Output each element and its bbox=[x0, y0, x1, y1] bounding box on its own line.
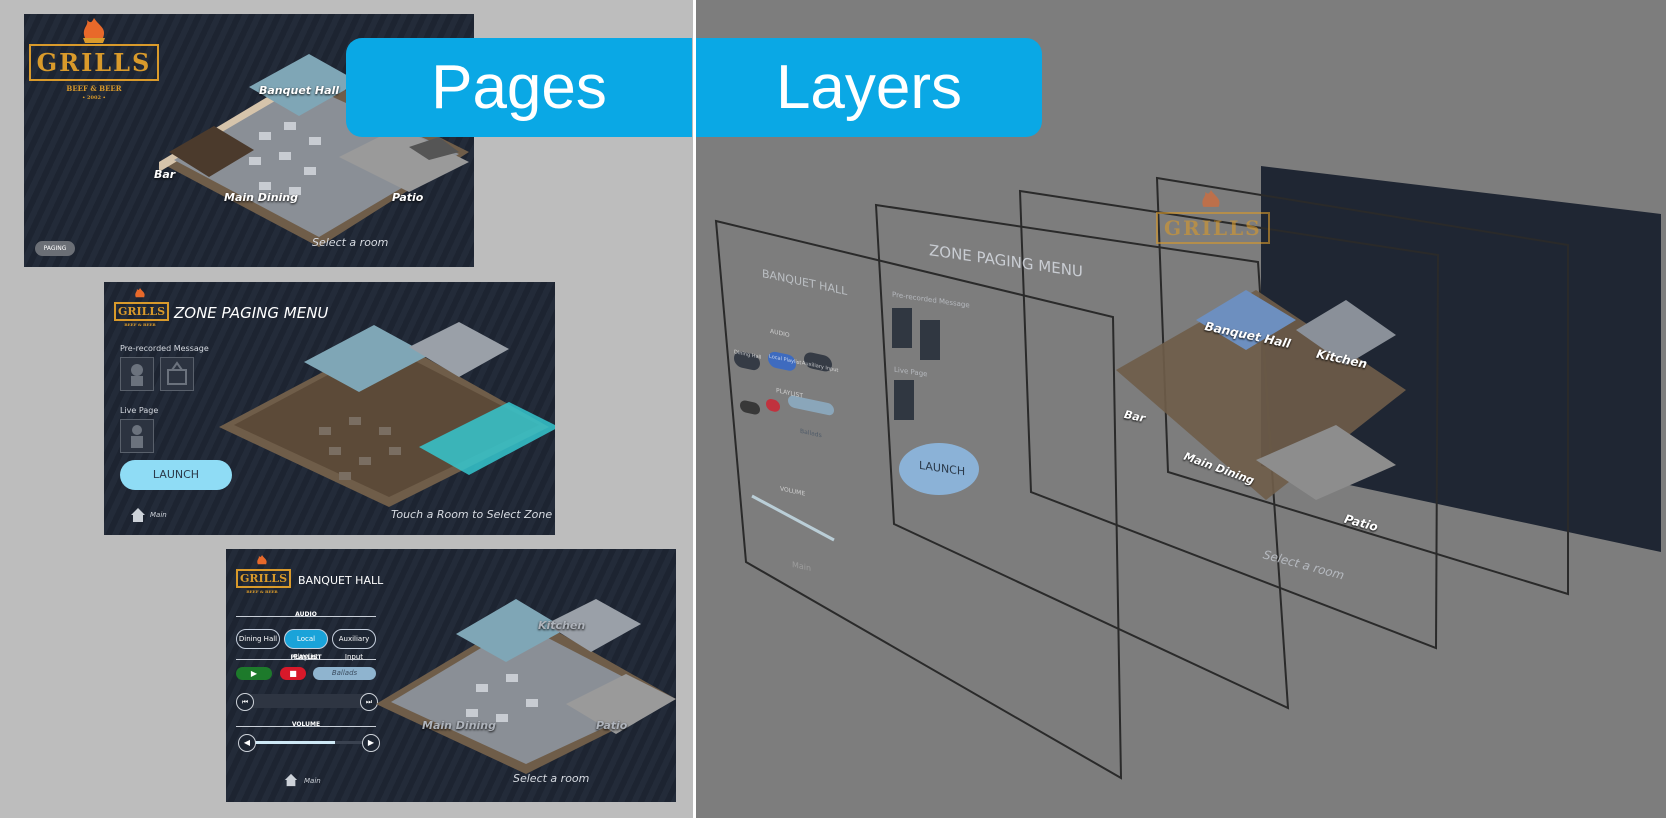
layer-grills-logo: GRILLS bbox=[1156, 190, 1270, 244]
launch-button[interactable]: LAUNCH bbox=[120, 460, 232, 490]
pages-banner: Pages bbox=[346, 38, 692, 137]
flame-icon bbox=[257, 555, 267, 565]
source-dining-hall[interactable]: Dining Hall bbox=[236, 629, 280, 649]
logo-tagline: BEEF & BEER bbox=[124, 322, 156, 327]
patio-label: Patio bbox=[392, 191, 424, 204]
skip-forward-icon: ⏭ bbox=[365, 698, 373, 706]
home-icon[interactable] bbox=[130, 507, 146, 523]
banquet-hall-screen: GRILLS BEEF & BEER BANQUET HALL AUDIO Di… bbox=[226, 549, 676, 802]
arrow-left-icon: ◀ bbox=[243, 738, 251, 747]
layers-banner: Layers bbox=[696, 38, 1042, 137]
stop-button[interactable]: ■ bbox=[280, 667, 306, 680]
bar-label: Bar bbox=[154, 168, 176, 181]
audio-section-label: AUDIO bbox=[295, 611, 317, 618]
restaurant-floorplan[interactable] bbox=[219, 307, 555, 507]
play-button[interactable]: ▶ bbox=[236, 667, 272, 680]
patio-label: Patio bbox=[596, 719, 628, 732]
main-dining-label: Main Dining bbox=[224, 191, 299, 204]
select-room-hint: Select a room bbox=[312, 236, 389, 249]
home-icon[interactable] bbox=[284, 773, 298, 787]
play-icon: ▶ bbox=[250, 669, 258, 678]
flame-icon bbox=[1202, 190, 1220, 207]
restaurant-floorplan[interactable] bbox=[376, 574, 676, 774]
logo-tagline: BEEF & BEER bbox=[246, 589, 278, 594]
home-label: Main bbox=[150, 511, 167, 519]
previous-track-button[interactable]: ⏮ bbox=[236, 693, 254, 711]
zone-paging-screen: GRILLS BEEF & BEER ZONE PAGING MENU Pre-… bbox=[104, 282, 555, 535]
select-room-hint: Select a room bbox=[513, 772, 590, 785]
flame-icon bbox=[135, 288, 145, 298]
volume-down-button[interactable]: ◀ bbox=[238, 734, 256, 752]
chef-icon bbox=[131, 364, 143, 386]
stop-icon: ■ bbox=[289, 669, 297, 678]
prerecorded-message-1[interactable] bbox=[120, 357, 154, 391]
logo-wordmark: GRILLS bbox=[236, 569, 292, 588]
skip-back-icon: ⏮ bbox=[241, 698, 249, 706]
home-label: Main bbox=[304, 777, 321, 785]
track-bar bbox=[244, 694, 368, 708]
playlist-selector[interactable]: Ballads bbox=[313, 667, 376, 680]
person-icon bbox=[131, 425, 143, 448]
banquet-hall-label: Banquet Hall bbox=[259, 84, 340, 97]
layer-frame-1 bbox=[714, 219, 1123, 780]
paging-button[interactable]: PAGING bbox=[35, 241, 75, 256]
live-page-label: Live Page bbox=[120, 406, 159, 415]
logo-wordmark: GRILLS bbox=[114, 302, 170, 321]
playlist-section-label: PLAYLIST bbox=[290, 654, 322, 661]
kitchen-label: Kitchen bbox=[538, 619, 586, 632]
arrow-right-icon: ▶ bbox=[367, 738, 375, 747]
live-page-button[interactable] bbox=[120, 419, 154, 453]
volume-section-label: VOLUME bbox=[291, 721, 321, 728]
volume-slider[interactable] bbox=[248, 741, 364, 744]
source-auxiliary-input[interactable]: Auxiliary Input bbox=[332, 629, 376, 661]
grills-logo-small: GRILLS BEEF & BEER bbox=[236, 555, 292, 594]
prerecorded-label: Pre-recorded Message bbox=[120, 344, 209, 353]
source-local-playlist[interactable]: Local Playlist bbox=[284, 629, 328, 661]
prerecorded-message-2[interactable] bbox=[160, 357, 194, 391]
grills-logo-small: GRILLS BEEF & BEER bbox=[114, 288, 170, 327]
flame-icon bbox=[83, 18, 105, 43]
sign-icon bbox=[167, 361, 187, 385]
logo-wordmark: GRILLS bbox=[1156, 212, 1270, 244]
page-title: BANQUET HALL bbox=[298, 574, 384, 587]
main-dining-label: Main Dining bbox=[422, 719, 497, 732]
volume-level bbox=[248, 741, 335, 744]
touch-room-hint: Touch a Room to Select Zone bbox=[391, 508, 553, 521]
